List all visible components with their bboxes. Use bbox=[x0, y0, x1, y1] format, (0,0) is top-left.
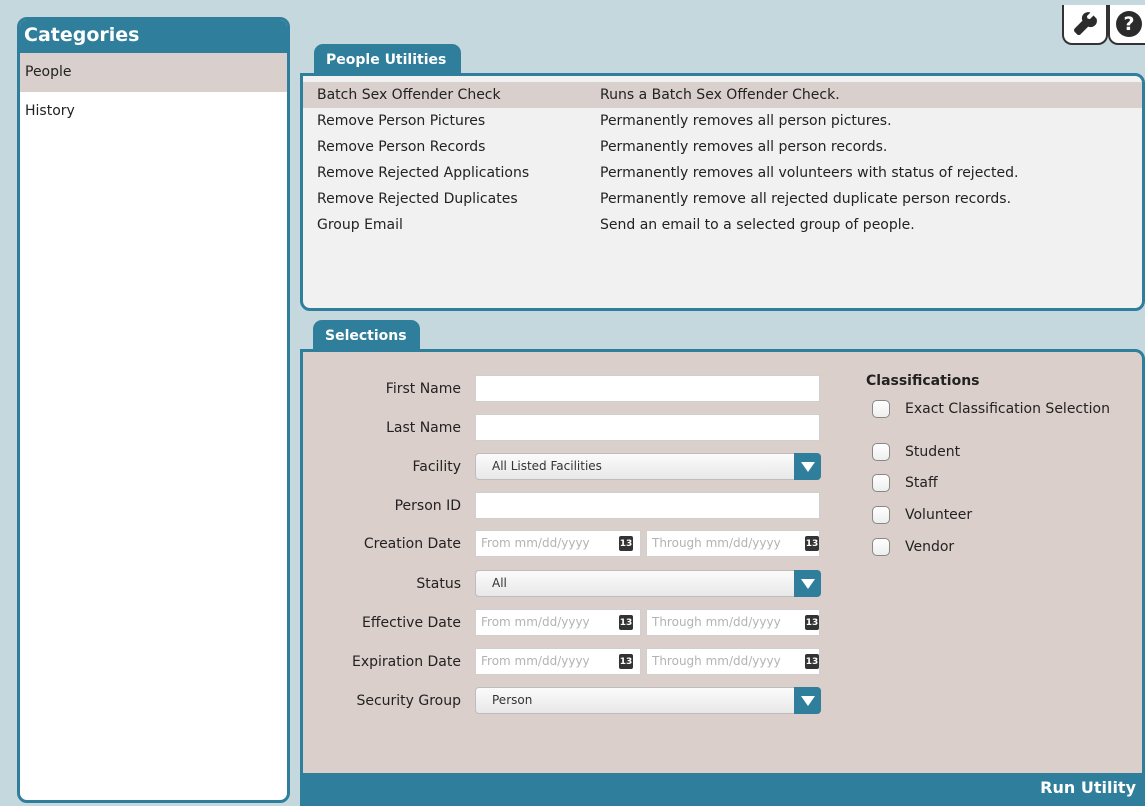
last-name-row: Last Name bbox=[303, 414, 820, 442]
chevron-down-icon[interactable] bbox=[794, 453, 821, 480]
facility-label: Facility bbox=[412, 459, 462, 475]
calendar-icon[interactable]: 13 bbox=[619, 536, 633, 551]
calendar-icon[interactable]: 13 bbox=[805, 654, 819, 669]
volunteer-checkbox[interactable]: Volunteer bbox=[872, 506, 972, 524]
date-placeholder: From mm/dd/yyyy bbox=[481, 536, 590, 550]
calendar-icon[interactable]: 13 bbox=[619, 615, 633, 630]
creation-date-label: Creation Date bbox=[363, 536, 461, 552]
staff-checkbox[interactable]: Staff bbox=[872, 474, 938, 492]
checkbox[interactable] bbox=[872, 400, 890, 418]
utility-description: Send an email to a selected group of peo… bbox=[600, 217, 915, 233]
utility-row[interactable]: Batch Sex Offender Check Runs a Batch Se… bbox=[303, 82, 1142, 108]
utility-name: Batch Sex Offender Check bbox=[317, 87, 501, 103]
expiration-date-row: Expiration Date From mm/dd/yyyy 13 Throu… bbox=[303, 648, 820, 676]
run-utility-bar: Run Utility bbox=[303, 773, 1142, 803]
checkbox[interactable] bbox=[872, 474, 890, 492]
creation-date-row: Creation Date From mm/dd/yyyy 13 Through… bbox=[303, 530, 820, 558]
utility-name: Remove Person Records bbox=[317, 139, 486, 155]
utility-description: Permanently remove all rejected duplicat… bbox=[600, 191, 1012, 207]
checkbox[interactable] bbox=[872, 506, 890, 524]
tab-people-utilities[interactable]: People Utilities bbox=[314, 44, 461, 74]
date-placeholder: From mm/dd/yyyy bbox=[481, 615, 590, 629]
question-icon: ? bbox=[1116, 11, 1142, 37]
checkbox[interactable] bbox=[872, 443, 890, 461]
effective-date-through-input[interactable]: Through mm/dd/yyyy 13 bbox=[646, 609, 820, 636]
effective-date-label: Effective Date bbox=[362, 615, 461, 631]
utility-name: Group Email bbox=[317, 217, 403, 233]
creation-date-through-input[interactable]: Through mm/dd/yyyy 13 bbox=[646, 530, 820, 557]
utility-name: Remove Rejected Applications bbox=[317, 165, 530, 181]
last-name-input[interactable] bbox=[475, 414, 820, 441]
checkbox[interactable] bbox=[872, 538, 890, 556]
sidebar-item-people[interactable]: People bbox=[20, 53, 287, 92]
settings-button[interactable] bbox=[1062, 5, 1108, 45]
categories-sidebar: Categories People History bbox=[17, 17, 290, 803]
facility-value: All Listed Facilities bbox=[492, 459, 602, 473]
last-name-label: Last Name bbox=[386, 420, 461, 436]
utility-description: Runs a Batch Sex Offender Check. bbox=[600, 87, 840, 103]
checkbox-label: Staff bbox=[905, 475, 938, 491]
first-name-input[interactable] bbox=[475, 375, 820, 402]
utilities-list: Batch Sex Offender Check Runs a Batch Se… bbox=[300, 73, 1145, 311]
utility-row[interactable]: Remove Person Pictures Permanently remov… bbox=[303, 108, 1142, 134]
effective-date-from-input[interactable]: From mm/dd/yyyy 13 bbox=[475, 609, 641, 636]
utility-description: Permanently removes all volunteers with … bbox=[600, 165, 1019, 181]
first-name-label: First Name bbox=[385, 381, 461, 397]
expiration-date-through-input[interactable]: Through mm/dd/yyyy 13 bbox=[646, 648, 820, 675]
status-select[interactable]: All bbox=[475, 570, 821, 597]
creation-date-from-input[interactable]: From mm/dd/yyyy 13 bbox=[475, 530, 641, 557]
checkbox-label: Exact Classification Selection bbox=[905, 401, 1110, 417]
facility-row: Facility All Listed Facilities bbox=[303, 453, 821, 481]
security-group-value: Person bbox=[492, 693, 533, 707]
date-placeholder: Through mm/dd/yyyy bbox=[652, 536, 781, 550]
exact-classification-checkbox[interactable]: Exact Classification Selection bbox=[872, 400, 1110, 418]
calendar-icon[interactable]: 13 bbox=[619, 654, 633, 669]
first-name-row: First Name bbox=[303, 375, 820, 403]
expiration-date-from-input[interactable]: From mm/dd/yyyy 13 bbox=[475, 648, 641, 675]
student-checkbox[interactable]: Student bbox=[872, 443, 960, 461]
utility-description: Permanently removes all person pictures. bbox=[600, 113, 892, 129]
utility-name: Remove Rejected Duplicates bbox=[317, 191, 518, 207]
checkbox-label: Vendor bbox=[905, 539, 955, 555]
utility-name: Remove Person Pictures bbox=[317, 113, 486, 129]
sidebar-title: Categories bbox=[20, 20, 287, 53]
date-placeholder: Through mm/dd/yyyy bbox=[652, 654, 781, 668]
selections-panel: First Name Last Name Facility All Listed… bbox=[300, 349, 1145, 806]
utility-row[interactable]: Remove Rejected Applications Permanently… bbox=[303, 160, 1142, 186]
security-group-row: Security Group Person bbox=[303, 687, 821, 715]
utility-description: Permanently removes all person records. bbox=[600, 139, 888, 155]
calendar-icon[interactable]: 13 bbox=[805, 536, 819, 551]
utility-row[interactable]: Remove Person Records Permanently remove… bbox=[303, 134, 1142, 160]
chevron-down-icon[interactable] bbox=[794, 687, 821, 714]
wrench-icon bbox=[1074, 12, 1097, 35]
checkbox-label: Student bbox=[905, 444, 961, 460]
tab-selections[interactable]: Selections bbox=[313, 320, 420, 350]
chevron-down-icon[interactable] bbox=[794, 570, 821, 597]
person-id-label: Person ID bbox=[394, 498, 461, 514]
date-placeholder: From mm/dd/yyyy bbox=[481, 654, 590, 668]
utility-row[interactable]: Group Email Send an email to a selected … bbox=[303, 212, 1142, 238]
sidebar-item-history[interactable]: History bbox=[20, 92, 287, 131]
date-placeholder: Through mm/dd/yyyy bbox=[652, 615, 781, 629]
utility-row[interactable]: Remove Rejected Duplicates Permanently r… bbox=[303, 186, 1142, 212]
status-value: All bbox=[492, 576, 507, 590]
effective-date-row: Effective Date From mm/dd/yyyy 13 Throug… bbox=[303, 609, 820, 637]
classifications-title: Classifications bbox=[866, 373, 980, 389]
help-button[interactable]: ? bbox=[1108, 5, 1145, 45]
security-group-label: Security Group bbox=[356, 693, 461, 709]
status-label: Status bbox=[416, 576, 461, 592]
calendar-icon[interactable]: 13 bbox=[805, 615, 819, 630]
vendor-checkbox[interactable]: Vendor bbox=[872, 538, 954, 556]
checkbox-label: Volunteer bbox=[905, 507, 973, 523]
expiration-date-label: Expiration Date bbox=[352, 654, 461, 670]
person-id-row: Person ID bbox=[303, 492, 820, 520]
facility-select[interactable]: All Listed Facilities bbox=[475, 453, 821, 480]
run-utility-button[interactable]: Run Utility bbox=[1040, 778, 1136, 797]
status-row: Status All bbox=[303, 570, 821, 598]
security-group-select[interactable]: Person bbox=[475, 687, 821, 714]
person-id-input[interactable] bbox=[475, 492, 820, 519]
